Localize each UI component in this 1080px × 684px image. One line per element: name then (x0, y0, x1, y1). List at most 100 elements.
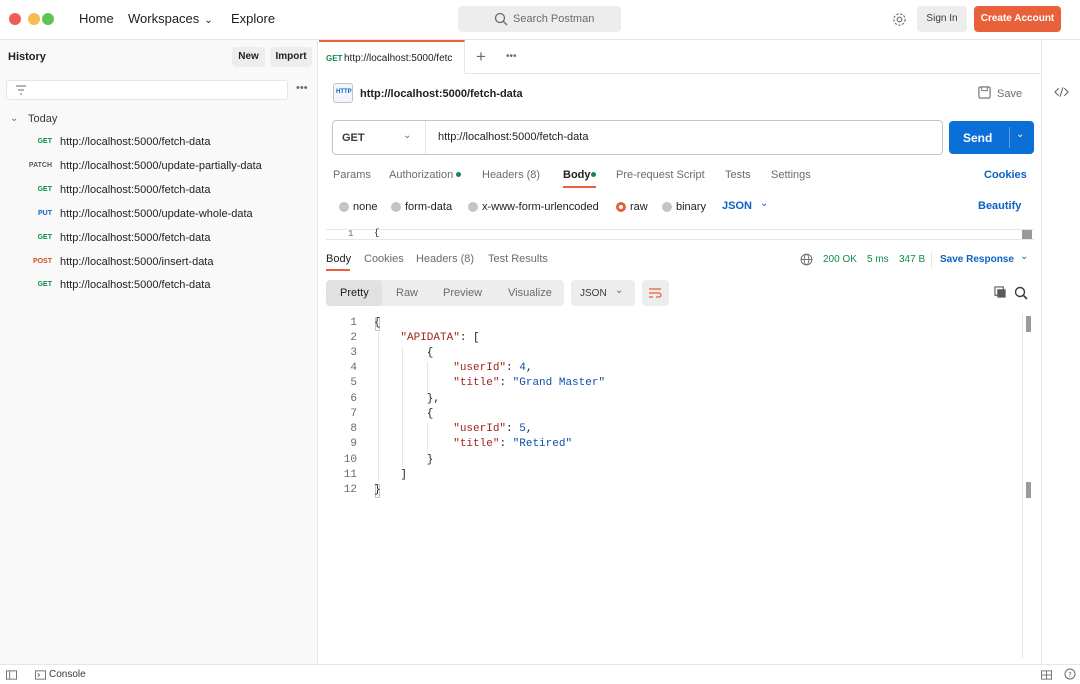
tab-tests[interactable]: Tests (725, 169, 751, 181)
status-bar: Console ? (0, 664, 1080, 684)
response-body-editor[interactable]: 1 2 3 4 5 6 7 8 9 10 11 12 { "APIDATA": … (319, 316, 1041, 616)
editor-scrollbar[interactable] (1022, 230, 1032, 239)
settings-gear-icon[interactable] (892, 12, 907, 30)
response-tab-body[interactable]: Body (326, 253, 351, 265)
view-tab-pretty[interactable]: Pretty (340, 287, 369, 299)
search-icon[interactable] (1014, 286, 1028, 303)
copy-icon[interactable] (994, 286, 1007, 302)
body-format-select[interactable]: JSON (722, 200, 752, 212)
body-type-none[interactable]: none (339, 199, 377, 215)
line-number: 2 (350, 332, 357, 344)
console-icon[interactable] (35, 669, 46, 683)
response-active-underline (326, 269, 350, 271)
sign-in-button[interactable]: Sign In (917, 6, 967, 32)
tab-headers[interactable]: Headers (8) (482, 169, 540, 181)
request-tab[interactable]: GET http://localhost:5000/fetc (319, 40, 465, 74)
chevron-down-icon[interactable]: ⌄ (760, 198, 768, 209)
status-code[interactable]: 200 OK (823, 254, 857, 265)
request-body-editor[interactable]: 1 { (326, 228, 1034, 240)
request-name[interactable]: http://localhost:5000/fetch-data (360, 88, 523, 100)
save-button[interactable]: Save (997, 88, 1022, 100)
view-tab-raw[interactable]: Raw (396, 287, 418, 299)
editor-scroll-track (1022, 314, 1023, 658)
more-options-icon[interactable]: ••• (296, 82, 308, 94)
tab-method: GET (326, 54, 343, 63)
minimize-window-button[interactable] (28, 13, 40, 25)
tab-body[interactable]: Body (563, 169, 591, 181)
response-tab-headers[interactable]: Headers (8) (416, 253, 474, 265)
new-button[interactable]: New (232, 47, 265, 67)
response-format-select[interactable]: JSON ⌄ (571, 280, 635, 306)
cookies-link[interactable]: Cookies (984, 169, 1027, 181)
body-type-binary[interactable]: binary (662, 199, 706, 215)
active-tab-underline (563, 186, 596, 188)
help-icon[interactable]: ? (1064, 668, 1076, 683)
view-tab-preview[interactable]: Preview (443, 287, 482, 299)
create-account-button[interactable]: Create Account (974, 6, 1061, 32)
method-badge: GET (37, 281, 52, 288)
response-view-tabs: Pretty Raw Preview Visualize (326, 280, 564, 306)
tab-pre-request-script[interactable]: Pre-request Script (616, 169, 705, 181)
close-window-button[interactable] (9, 13, 21, 25)
body-type-label: binary (676, 201, 706, 213)
history-item[interactable]: GET http://localhost:5000/fetch-data (0, 273, 318, 297)
response-size[interactable]: 347 B (899, 254, 925, 265)
chevron-down-icon: ⌄ (204, 15, 213, 26)
code-snippet-icon[interactable] (1054, 86, 1069, 101)
chevron-down-icon[interactable]: ⌄ (10, 113, 18, 124)
history-item[interactable]: POST http://localhost:5000/insert-data (0, 250, 318, 274)
nav-explore[interactable]: Explore (231, 11, 275, 26)
tab-authorization[interactable]: Authorization (389, 169, 453, 181)
globe-icon[interactable] (800, 253, 813, 269)
body-type-urlencoded[interactable]: x-www-form-urlencoded (468, 199, 599, 215)
import-button[interactable]: Import (270, 47, 312, 67)
line-number: 6 (350, 393, 357, 405)
history-url: http://localhost:5000/fetch-data (60, 279, 211, 291)
history-item[interactable]: GET http://localhost:5000/fetch-data (0, 226, 318, 250)
method-badge: PATCH (28, 162, 52, 169)
tab-settings[interactable]: Settings (771, 169, 811, 181)
console-button[interactable]: Console (49, 669, 86, 680)
body-type-label: none (353, 201, 378, 213)
nav-workspaces[interactable]: Workspaces ⌄ (128, 11, 213, 26)
history-item[interactable]: PATCH http://localhost:5000/update-parti… (0, 154, 318, 178)
http-icon: HTTP (333, 83, 353, 103)
toggle-sidebar-icon[interactable] (6, 669, 17, 683)
save-icon[interactable] (978, 86, 991, 102)
radio-icon (662, 202, 672, 212)
history-item[interactable]: GET http://localhost:5000/fetch-data (0, 130, 318, 154)
body-type-raw[interactable]: raw (616, 199, 648, 215)
nav-home[interactable]: Home (79, 11, 114, 26)
wrap-lines-button[interactable] (642, 280, 669, 306)
history-item[interactable]: GET http://localhost:5000/fetch-data (0, 178, 318, 202)
scrollbar-thumb[interactable] (1026, 482, 1031, 498)
send-button[interactable]: Send ⌄ (949, 121, 1034, 154)
body-type-form-data[interactable]: form-data (391, 199, 452, 215)
save-response-button[interactable]: Save Response (940, 254, 1014, 265)
code-line: } (374, 454, 434, 466)
tab-title: http://localhost:5000/fetc (344, 53, 453, 64)
method-badge: GET (37, 138, 52, 145)
code-line: "userId": 5, (453, 423, 533, 435)
layout-icon[interactable] (1041, 669, 1052, 683)
code-line: "title": "Grand Master" (453, 377, 606, 389)
new-tab-plus-icon[interactable]: + (476, 47, 486, 67)
method-select[interactable]: GET ⌄ (333, 121, 426, 154)
zoom-window-button[interactable] (42, 13, 54, 25)
history-filter-input[interactable] (6, 80, 288, 100)
url-input[interactable]: http://localhost:5000/fetch-data (438, 131, 588, 143)
chevron-down-icon: ⌄ (615, 285, 624, 296)
view-tab-visualize[interactable]: Visualize (508, 287, 552, 299)
scrollbar-thumb[interactable] (1026, 316, 1031, 332)
history-url: http://localhost:5000/fetch-data (60, 184, 211, 196)
search-input[interactable]: Search Postman (458, 6, 621, 32)
history-item[interactable]: PUT http://localhost:5000/update-whole-d… (0, 202, 318, 226)
chevron-down-icon[interactable]: ⌄ (1020, 251, 1028, 262)
chevron-down-icon[interactable]: ⌄ (1016, 129, 1024, 140)
tab-params[interactable]: Params (333, 169, 371, 181)
beautify-button[interactable]: Beautify (978, 200, 1021, 212)
tabs-more-icon[interactable]: ••• (506, 51, 517, 62)
response-tab-cookies[interactable]: Cookies (364, 253, 404, 265)
response-tab-test-results[interactable]: Test Results (488, 253, 548, 265)
response-time[interactable]: 5 ms (867, 254, 889, 265)
